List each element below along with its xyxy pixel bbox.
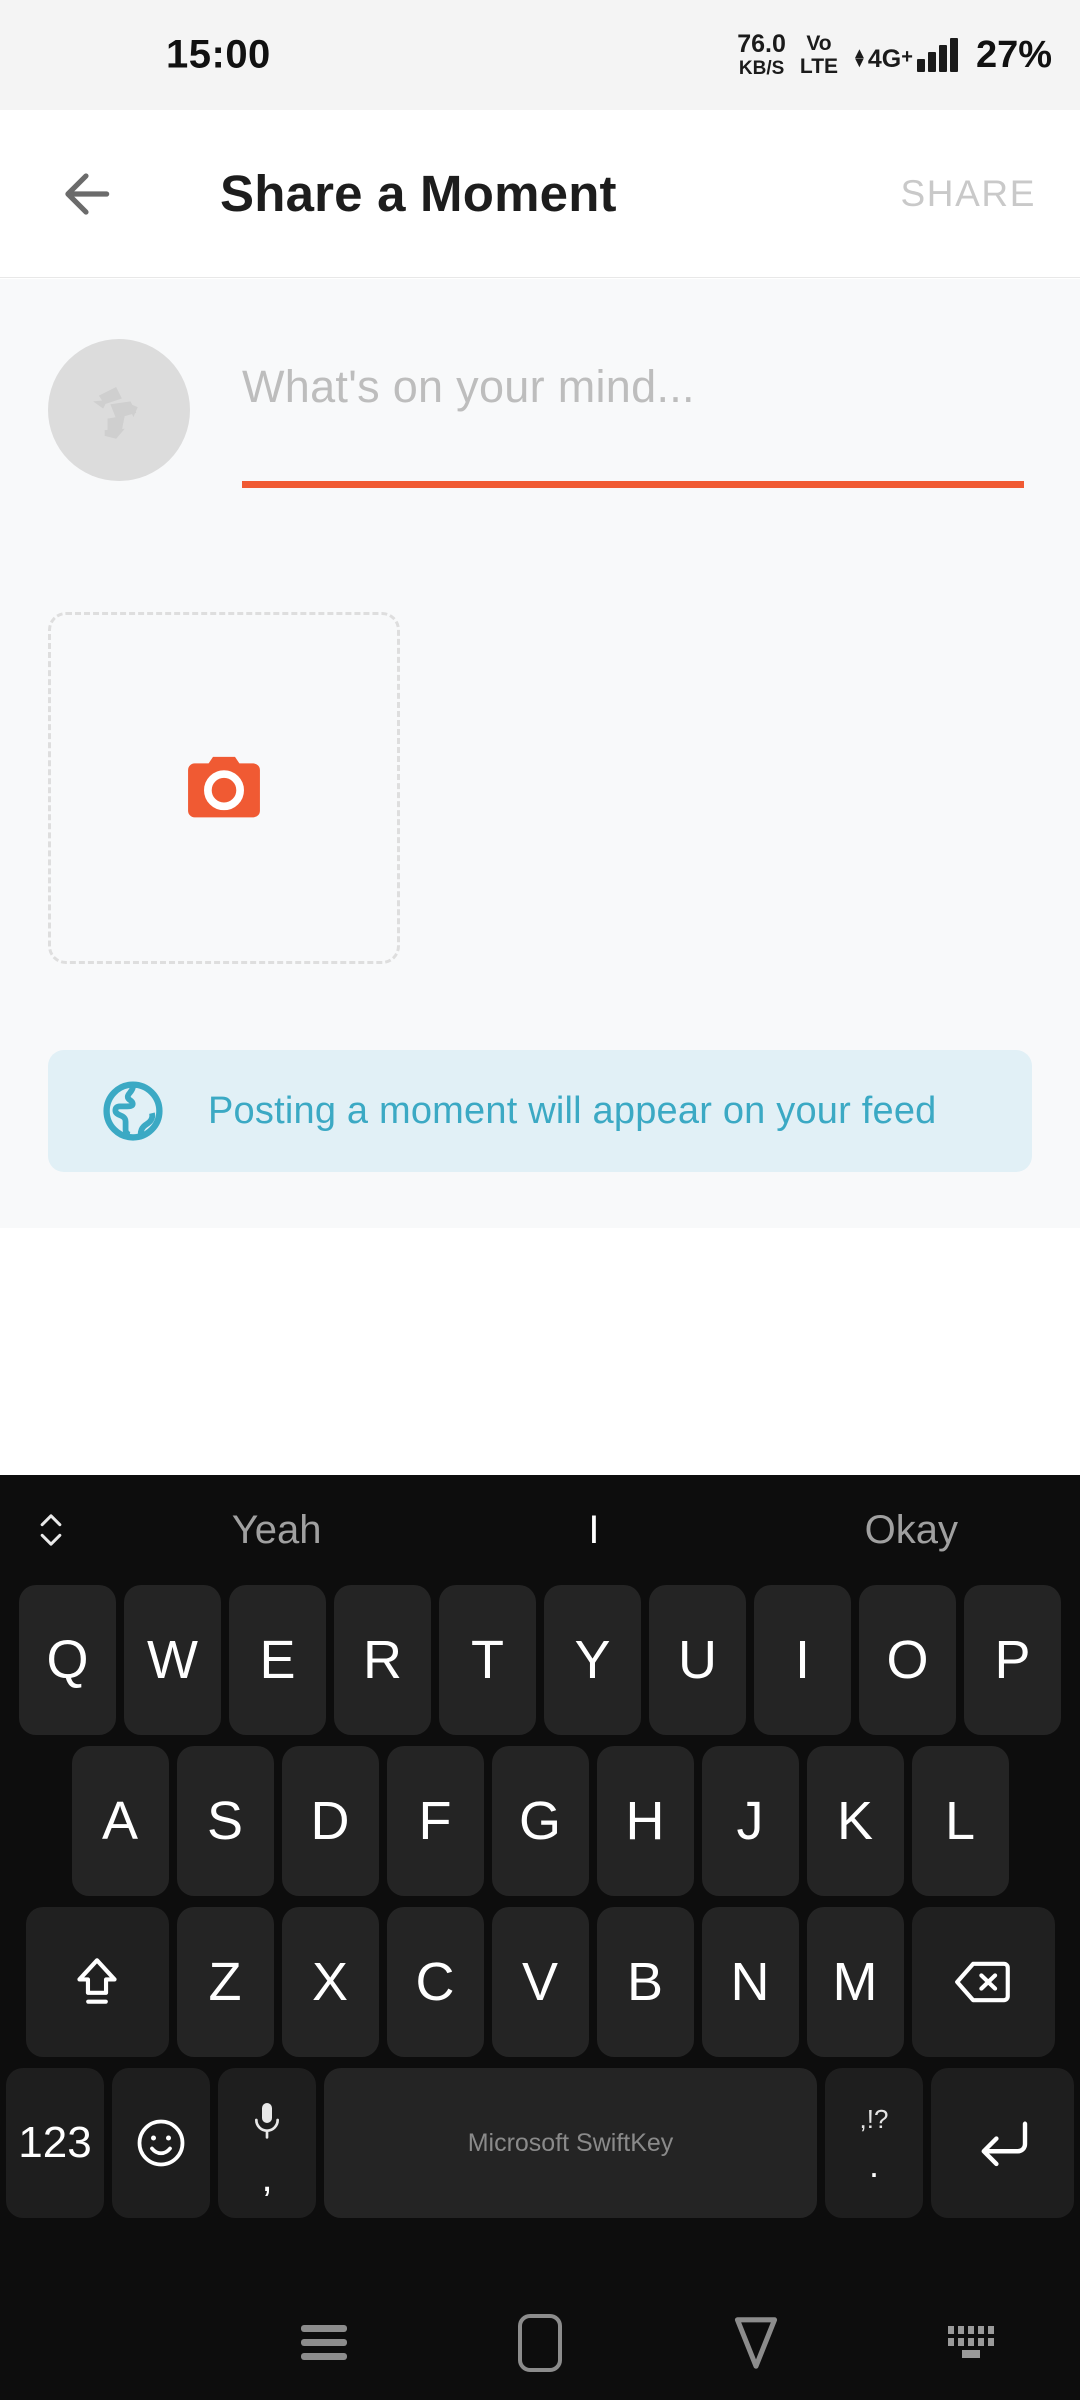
volte-line-2: LTE: [799, 55, 839, 78]
info-banner: Posting a moment will appear on your fee…: [48, 1050, 1032, 1172]
network-plus-label: +: [901, 46, 913, 68]
key-h[interactable]: H: [596, 1746, 694, 1896]
home-icon: [518, 2313, 562, 2372]
key-i[interactable]: I: [754, 1585, 851, 1735]
key-n[interactable]: N: [701, 1907, 799, 2057]
backspace-key[interactable]: [911, 1907, 1055, 2057]
key-w[interactable]: W: [124, 1585, 221, 1735]
compose-row: What's on your mind...: [48, 339, 1032, 488]
default-avatar-placeholder-icon: [93, 387, 138, 439]
suggestion-expand-button[interactable]: [36, 1507, 66, 1553]
network-generation-label: 4G: [867, 45, 902, 73]
microphone-key[interactable]: ,: [218, 2068, 316, 2218]
comma-label: ,: [261, 2156, 273, 2200]
phone-screen: 15:00 76.0 KB/S Vo LTE ▲ ▼ 4G + 27% Shar…: [0, 0, 1080, 2400]
network-speed-value: 76.0: [737, 30, 786, 58]
key-e[interactable]: E: [229, 1585, 326, 1735]
system-navigation-bar: [0, 2285, 1080, 2400]
compose-input-placeholder[interactable]: What's on your mind...: [242, 361, 1032, 413]
globe-icon: [103, 1081, 163, 1141]
suggestion-item[interactable]: Okay: [753, 1508, 1070, 1553]
key-g[interactable]: G: [491, 1746, 589, 1896]
info-banner-text: Posting a moment will appear on your fee…: [208, 1089, 937, 1132]
keyboard-row-2: A S D F G H J K L: [0, 1746, 1080, 1896]
key-o[interactable]: O: [859, 1585, 956, 1735]
status-clock: 15:00: [166, 32, 271, 77]
compose-input-underline: [242, 481, 1024, 488]
key-p[interactable]: P: [964, 1585, 1061, 1735]
hide-keyboard-button[interactable]: [864, 2322, 1080, 2364]
enter-return-icon: [981, 2121, 1027, 2167]
key-m[interactable]: M: [806, 1907, 904, 2057]
punctuation-secondary-label: ,!?: [859, 2104, 889, 2134]
shift-key[interactable]: [25, 1907, 169, 2057]
key-d[interactable]: D: [281, 1746, 379, 1896]
volte-line-1: Vo: [806, 32, 832, 55]
key-y[interactable]: Y: [544, 1585, 641, 1735]
microphone-icon: [247, 2098, 287, 2160]
period-label: .: [868, 2144, 879, 2185]
data-transfer-arrows-icon: ▲ ▼: [852, 45, 867, 71]
backspace-icon: [955, 1961, 1010, 2003]
key-x[interactable]: X: [281, 1907, 379, 2057]
key-t[interactable]: T: [439, 1585, 536, 1735]
key-c[interactable]: C: [386, 1907, 484, 2057]
suggestion-list: Yeah I Okay: [0, 1508, 1080, 1553]
suggestion-item[interactable]: Yeah: [118, 1508, 435, 1553]
page-title: Share a Moment: [220, 165, 617, 222]
network-speed-unit: KB/S: [738, 58, 785, 79]
avatar[interactable]: [48, 339, 190, 481]
key-u[interactable]: U: [649, 1585, 746, 1735]
key-l[interactable]: L: [911, 1746, 1009, 1896]
keyboard-brand-label: Microsoft SwiftKey: [467, 2128, 674, 2157]
keyboard: Yeah I Okay Q W E R T Y U I O P A S D F …: [0, 1475, 1080, 2285]
back-triangle-icon: [734, 2316, 778, 2369]
photo-picker-button[interactable]: [48, 612, 400, 964]
network-type-indicator: ▲ ▼ 4G +: [852, 45, 913, 73]
numeric-mode-key[interactable]: 123: [6, 2068, 104, 2218]
key-z[interactable]: Z: [176, 1907, 274, 2057]
keyboard-row-4: 123 , Microsoft SwiftKey ,!? .: [0, 2068, 1080, 2218]
compose-field[interactable]: What's on your mind...: [242, 339, 1032, 488]
space-key[interactable]: Microsoft SwiftKey: [324, 2068, 817, 2218]
key-s[interactable]: S: [176, 1746, 274, 1896]
back-nav-button[interactable]: [648, 2314, 864, 2372]
status-bar: 15:00 76.0 KB/S Vo LTE ▲ ▼ 4G + 27%: [0, 0, 1080, 110]
key-b[interactable]: B: [596, 1907, 694, 2057]
network-speed-indicator: 76.0 KB/S: [737, 30, 786, 79]
keyboard-row-3: Z X C V B N M: [0, 1907, 1080, 2057]
key-q[interactable]: Q: [19, 1585, 116, 1735]
signal-indicator: ▲ ▼ 4G +: [852, 38, 958, 72]
punctuation-key[interactable]: ,!? .: [825, 2068, 923, 2218]
emoji-smiley-icon: [137, 2119, 185, 2167]
key-a[interactable]: A: [71, 1746, 169, 1896]
app-bar: Share a Moment SHARE: [0, 110, 1080, 278]
signal-bars-icon: [916, 38, 958, 72]
arrow-left-icon: [65, 172, 110, 215]
key-v[interactable]: V: [491, 1907, 589, 2057]
status-indicators: 76.0 KB/S Vo LTE ▲ ▼ 4G + 27%: [737, 30, 1052, 79]
keyboard-suggestion-bar: Yeah I Okay: [0, 1475, 1080, 1585]
volte-icon: Vo LTE: [800, 33, 838, 77]
key-f[interactable]: F: [386, 1746, 484, 1896]
emoji-key[interactable]: [112, 2068, 210, 2218]
key-j[interactable]: J: [701, 1746, 799, 1896]
chevron-up-down-icon: [40, 1514, 62, 1546]
camera-icon: [188, 756, 260, 818]
recents-icon: [301, 2318, 347, 2367]
share-button[interactable]: SHARE: [901, 173, 1036, 215]
home-button[interactable]: [432, 2313, 648, 2372]
back-button[interactable]: [48, 156, 124, 232]
suggestion-item[interactable]: I: [435, 1508, 752, 1553]
recents-button[interactable]: [216, 2318, 432, 2367]
keyboard-row-1: Q W E R T Y U I O P: [0, 1585, 1080, 1735]
shift-icon: [77, 1958, 117, 2004]
enter-key[interactable]: [931, 2068, 1074, 2218]
compose-content-card: What's on your mind... Posting a moment …: [0, 279, 1080, 1228]
battery-percentage: 27%: [975, 33, 1052, 76]
hide-keyboard-icon: [948, 2325, 994, 2358]
key-r[interactable]: R: [334, 1585, 431, 1735]
key-k[interactable]: K: [806, 1746, 904, 1896]
